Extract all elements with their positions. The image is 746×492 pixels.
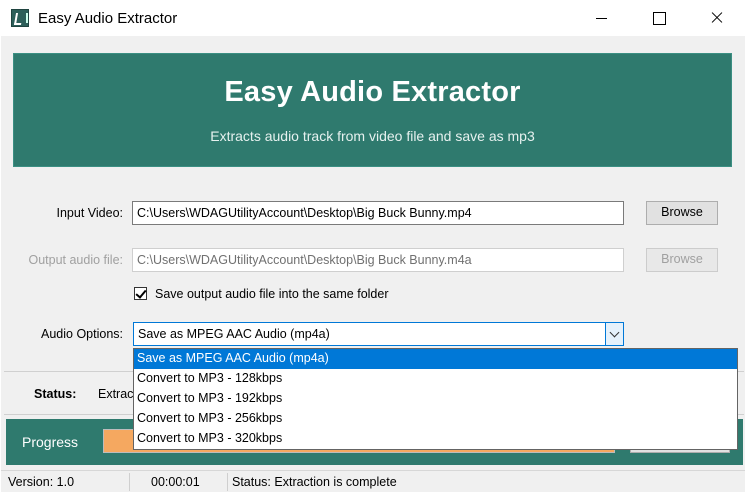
version-text: Version: 1.0 (8, 475, 75, 489)
statusbar-divider (227, 473, 228, 491)
dropdown-option[interactable]: Convert to MP3 - 256kbps (134, 409, 737, 429)
audio-options-label: Audio Options: (41, 327, 123, 341)
dropdown-option[interactable]: Save as MPEG AAC Audio (mp4a) (134, 349, 737, 369)
maximize-button[interactable] (630, 0, 688, 36)
elapsed-time: 00:00:01 (151, 475, 200, 489)
input-browse-button[interactable]: Browse (646, 201, 718, 225)
status-value: Extrac (98, 387, 134, 401)
status-bar: Version: 1.0 00:00:01 Status: Extraction… (1, 470, 745, 492)
title-bar[interactable]: Easy Audio Extractor (0, 0, 746, 36)
audio-options-dropdown-list[interactable]: Save as MPEG AAC Audio (mp4a) Convert to … (133, 348, 738, 450)
same-folder-checkbox[interactable] (134, 287, 147, 300)
input-video-field[interactable]: C:\Users\WDAGUtilityAccount\Desktop\Big … (132, 201, 624, 225)
banner-title: Easy Audio Extractor (224, 76, 521, 108)
minimize-button[interactable] (572, 0, 630, 36)
chevron-down-icon[interactable] (605, 323, 623, 345)
window-title: Easy Audio Extractor (38, 10, 178, 27)
banner-subtitle: Extracts audio track from video file and… (210, 128, 535, 144)
dropdown-option[interactable]: Convert to MP3 - 320kbps (134, 429, 737, 449)
input-video-label: Input Video: (56, 206, 124, 220)
output-audio-field[interactable]: C:\Users\WDAGUtilityAccount\Desktop\Big … (132, 248, 624, 272)
close-button[interactable] (688, 0, 746, 36)
audio-options-select[interactable]: Save as MPEG AAC Audio (mp4a) (133, 322, 624, 346)
header-banner: Easy Audio Extractor Extracts audio trac… (13, 53, 732, 167)
statusbar-divider (129, 473, 130, 491)
dropdown-option[interactable]: Convert to MP3 - 128kbps (134, 369, 737, 389)
statusbar-status: Status: Extraction is complete (232, 475, 397, 489)
same-folder-label[interactable]: Save output audio file into the same fol… (155, 287, 388, 301)
status-label: Status: (34, 387, 77, 401)
app-logo-icon (11, 9, 29, 27)
progress-label: Progress (22, 434, 79, 450)
output-browse-button[interactable]: Browse (646, 248, 718, 272)
dropdown-option[interactable]: Convert to MP3 - 192kbps (134, 389, 737, 409)
main-window-content: Easy Audio Extractor Extracts audio trac… (1, 36, 745, 492)
output-audio-label: Output audio file: (28, 253, 123, 267)
audio-options-selected-value: Save as MPEG AAC Audio (mp4a) (138, 327, 330, 341)
